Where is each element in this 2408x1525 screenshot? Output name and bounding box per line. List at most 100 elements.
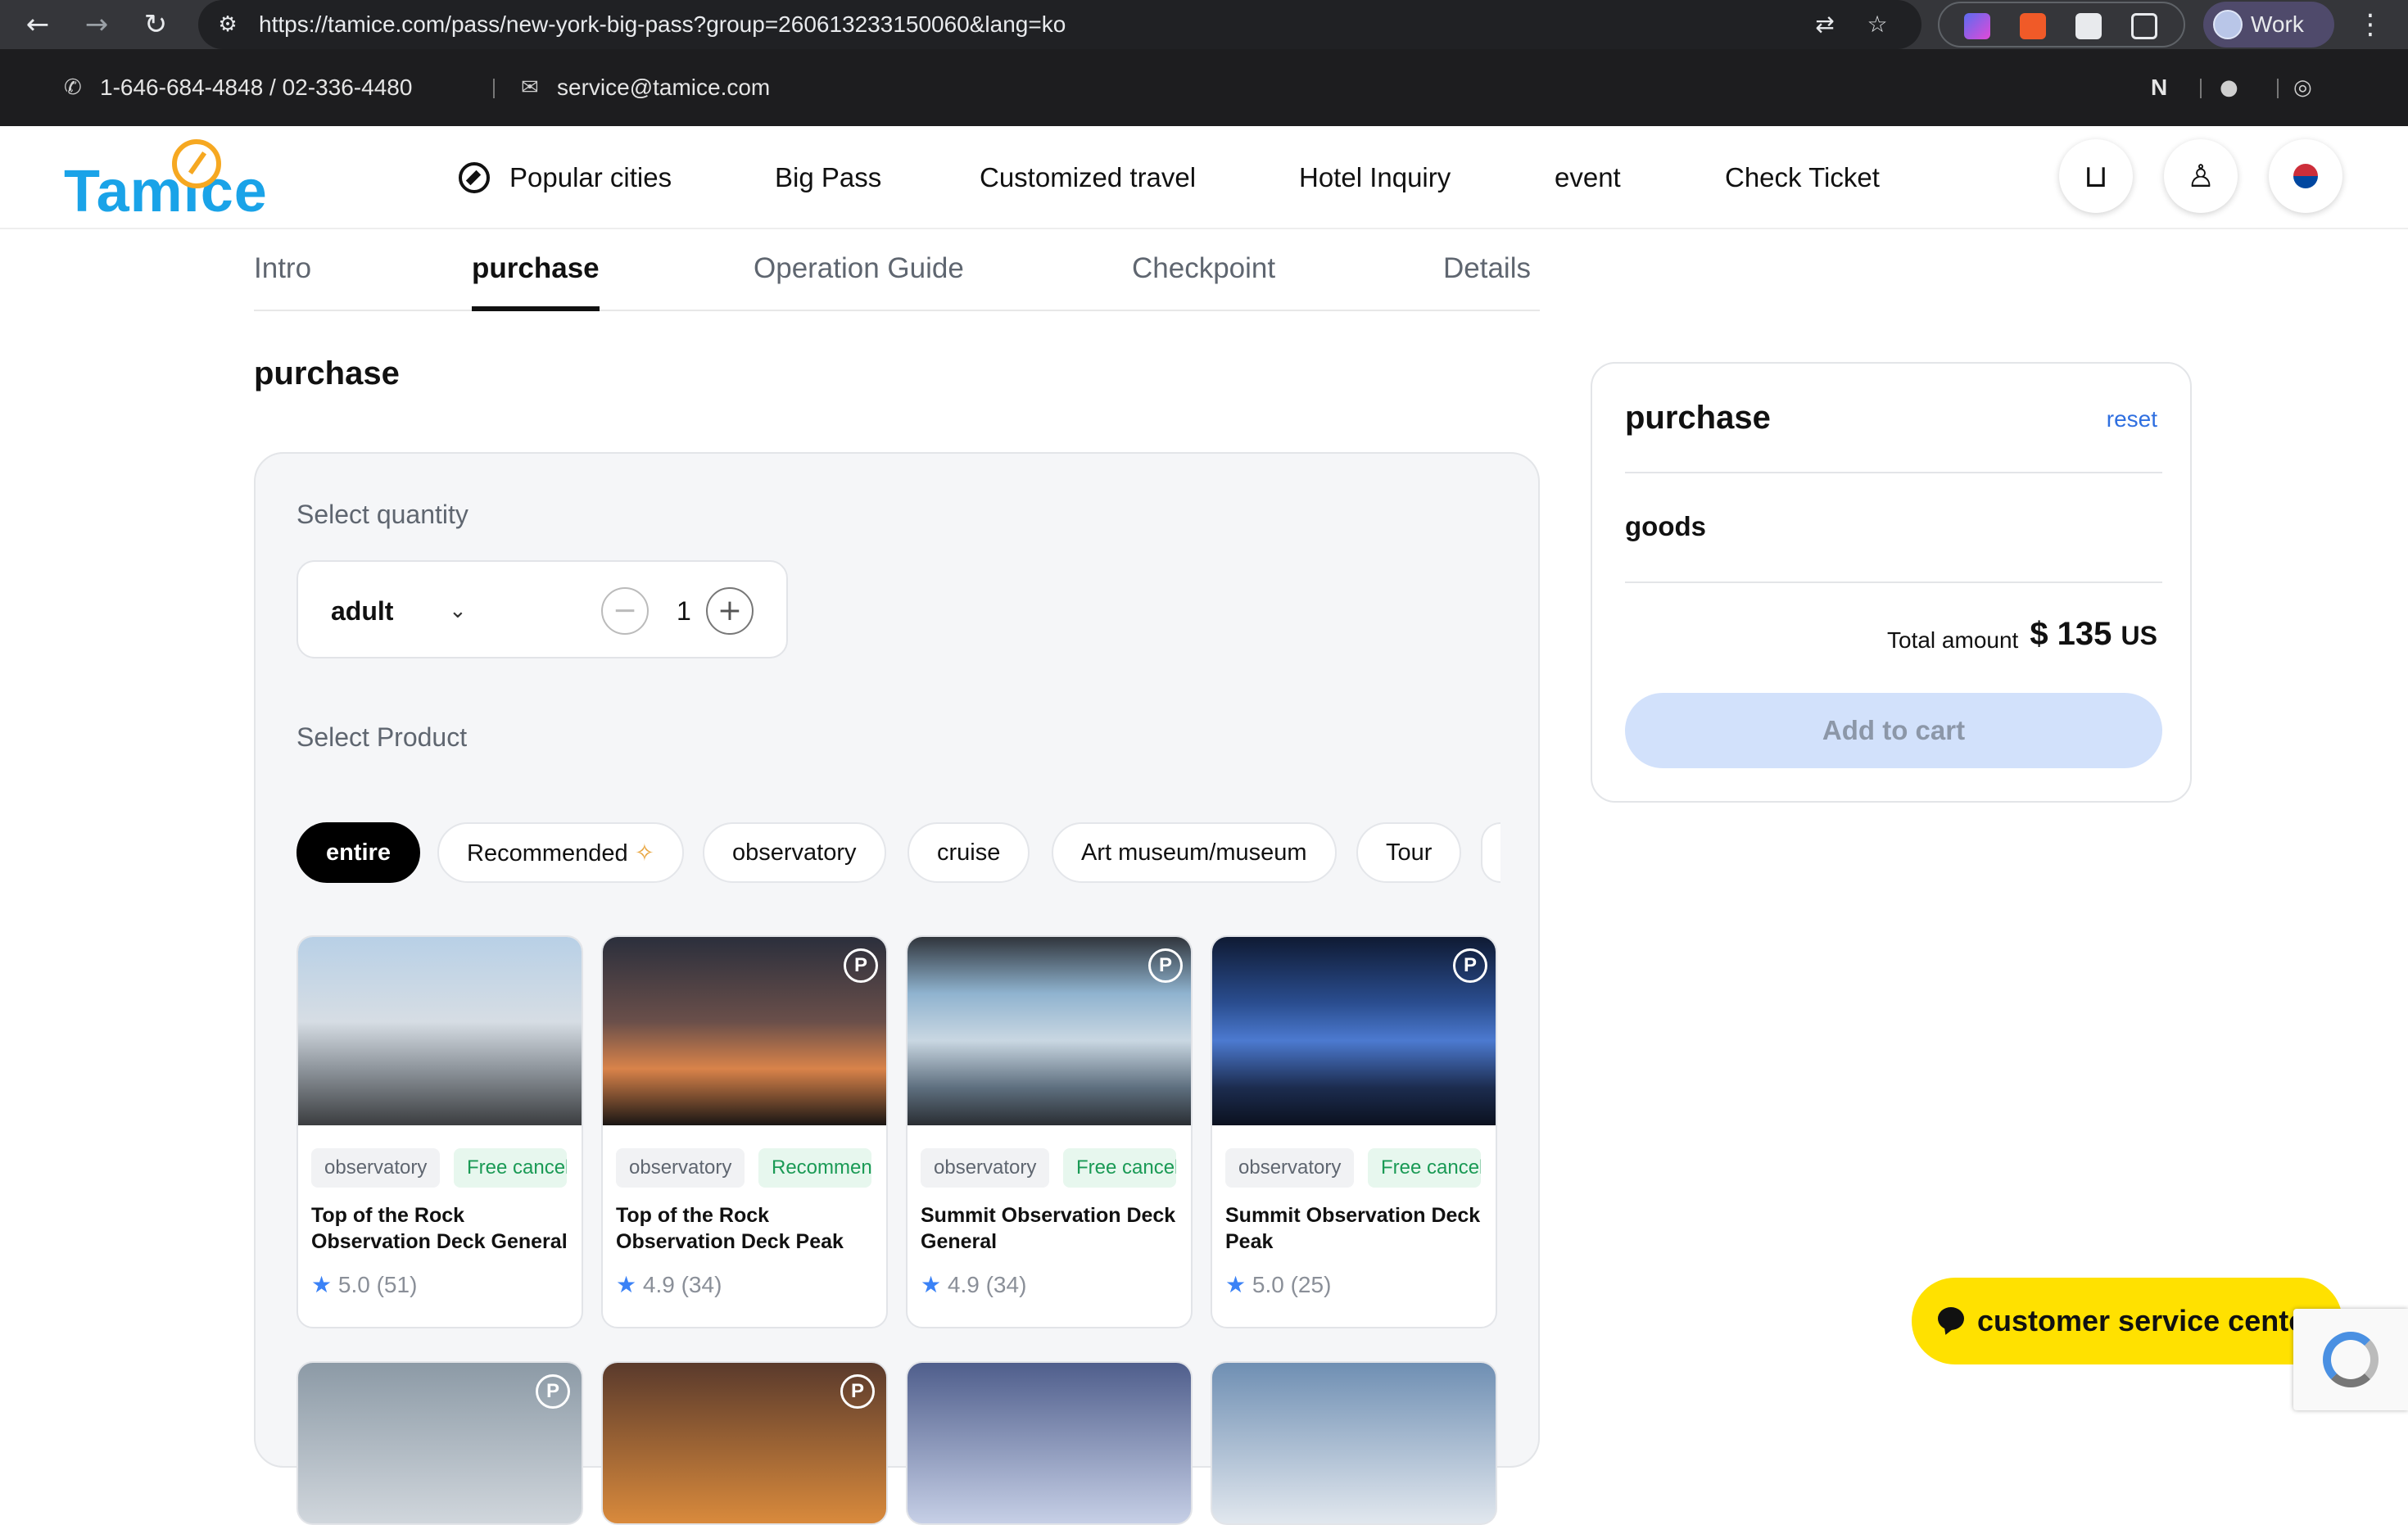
filter-chip-more[interactable]	[1481, 822, 1500, 883]
chevron-down-icon[interactable]: ⌄	[449, 562, 467, 660]
select-product-label: Select Product	[296, 722, 468, 752]
mail-icon: ✉	[521, 75, 539, 100]
increment-button[interactable]: +	[706, 587, 754, 635]
translate-icon[interactable]: ⇄	[1810, 10, 1840, 39]
product-card[interactable]: P observatory Free cancellation Summit O…	[906, 935, 1193, 1328]
goods-label: goods	[1625, 511, 1706, 541]
extension-icon[interactable]	[2020, 13, 2046, 39]
filter-chip-entire[interactable]: entire	[296, 822, 420, 883]
product-rating: ★ 4.9 (34)	[616, 1271, 722, 1298]
url-text[interactable]: https://tamice.com/pass/new-york-big-pas…	[259, 0, 1066, 49]
filter-chip-recommended[interactable]: Recommended ✧	[437, 822, 685, 883]
puzzle-icon[interactable]	[2131, 13, 2157, 39]
address-bar[interactable]: ⚙ https://tamice.com/pass/new-york-big-p…	[198, 0, 1921, 49]
ticket-type-select[interactable]: adult	[331, 562, 393, 660]
cart-icon[interactable]: ⊔	[2059, 139, 2133, 213]
product-card[interactable]: P	[601, 1361, 888, 1525]
currency-label: US	[2121, 621, 2157, 650]
category-tag: observatory	[1225, 1148, 1355, 1188]
product-image: P	[1212, 937, 1496, 1125]
nav-hotel-inquiry[interactable]: Hotel Inquiry	[1299, 126, 1451, 229]
divider	[1625, 472, 2162, 473]
phone-number[interactable]: 1-646-684-4848 / 02-336-4480	[100, 49, 412, 126]
category-tag: observatory	[616, 1148, 745, 1188]
free-cancellation-tag: Free cancellation	[454, 1148, 567, 1188]
tab-purchase[interactable]: purchase	[472, 229, 600, 311]
total-price: $ 135	[2030, 616, 2112, 652]
contact-bar: ✆ 1-646-684-4848 / 02-336-4480 ✉ service…	[0, 49, 2408, 126]
review-count: (34)	[985, 1272, 1027, 1297]
rating-value: 4.9	[642, 1272, 675, 1297]
decrement-button[interactable]: −	[601, 587, 649, 635]
nav-customized-travel[interactable]: Customized travel	[980, 126, 1196, 229]
total-amount-label: Total amount	[1887, 627, 2019, 653]
rating-value: 5.0	[337, 1272, 370, 1297]
back-icon[interactable]: ←	[18, 5, 57, 44]
nav-check-ticket[interactable]: Check Ticket	[1725, 126, 1880, 229]
product-card[interactable]	[1211, 1361, 1497, 1525]
user-icon[interactable]: ♙	[2164, 139, 2238, 213]
select-quantity-label: Select quantity	[296, 500, 468, 529]
product-card[interactable]	[906, 1361, 1193, 1525]
review-count: (51)	[376, 1272, 418, 1297]
product-card[interactable]: P observatory Free cancellation Summit O…	[1211, 935, 1497, 1328]
star-icon: ★	[616, 1271, 637, 1298]
extension-icon[interactable]	[2075, 13, 2102, 39]
customer-service-button[interactable]: customer service center	[1912, 1278, 2342, 1364]
filter-chip-cruise[interactable]: cruise	[908, 822, 1030, 883]
naver-blog-icon[interactable]: N	[2151, 49, 2167, 126]
product-image: P	[908, 937, 1191, 1125]
reload-icon[interactable]: ↻	[136, 5, 175, 44]
profile-button[interactable]: Work	[2203, 2, 2334, 48]
pass-badge-icon: P	[844, 948, 878, 983]
profile-label: Work	[2251, 11, 2304, 37]
browser-menu-icon[interactable]: ⋮	[2354, 5, 2387, 44]
nav-popular-cities[interactable]: Popular cities	[509, 126, 672, 229]
customer-service-label: customer service center	[1977, 1304, 2317, 1337]
free-cancellation-tag: Free cancellation	[1063, 1148, 1176, 1188]
chip-label: Recommended	[467, 840, 628, 867]
review-count: (25)	[1290, 1272, 1332, 1297]
add-to-cart-button[interactable]: Add to cart	[1625, 693, 2162, 768]
summary-title: purchase	[1625, 400, 1771, 436]
tab-intro[interactable]: Intro	[254, 229, 311, 311]
product-title: Top of the Rock Observation Deck General	[311, 1204, 568, 1253]
product-rating: ★ 5.0 (25)	[1225, 1271, 1331, 1298]
nav-big-pass[interactable]: Big Pass	[775, 126, 881, 229]
rating-value: 5.0	[1252, 1272, 1284, 1297]
pass-badge-icon: P	[536, 1374, 570, 1409]
logo-wordmark: Tamice	[64, 159, 268, 224]
instagram-icon[interactable]: ◎	[2293, 49, 2312, 126]
recaptcha-badge[interactable]	[2293, 1309, 2408, 1410]
category-tag: observatory	[921, 1148, 1050, 1188]
tab-checkpoint[interactable]: Checkpoint	[1132, 229, 1275, 311]
tamice-logo[interactable]: Tamice	[64, 138, 285, 224]
filter-chip-observatory[interactable]: observatory	[703, 822, 886, 883]
kakao-talk-icon[interactable]: ●	[2220, 49, 2238, 126]
site-header: Tamice Popular cities Big Pass Customize…	[0, 126, 2408, 229]
filter-chip-tour[interactable]: Tour	[1356, 822, 1462, 883]
star-icon: ★	[921, 1271, 942, 1298]
tab-details[interactable]: Details	[1443, 229, 1531, 311]
reset-link[interactable]: reset	[2107, 406, 2157, 432]
active-tab-indicator	[472, 306, 600, 311]
product-title: Top of the Rock Observation Deck Peak	[616, 1204, 844, 1253]
product-image	[298, 937, 582, 1125]
tab-operation-guide[interactable]: Operation Guide	[754, 229, 964, 311]
filter-chip-museum[interactable]: Art museum/museum	[1052, 822, 1337, 883]
extension-icon[interactable]	[1964, 13, 1990, 39]
forward-icon[interactable]: →	[77, 5, 116, 44]
divider	[493, 79, 495, 98]
browser-toolbar: ← → ↻ ⚙ https://tamice.com/pass/new-york…	[0, 0, 2408, 49]
bookmark-star-icon[interactable]: ☆	[1863, 10, 1892, 39]
recommended-tag: Recommended	[758, 1148, 871, 1188]
product-card[interactable]: P	[296, 1361, 583, 1525]
taegeuk-icon	[2293, 164, 2318, 188]
divider	[2200, 79, 2202, 98]
product-card[interactable]: P observatory Recommended Top of the Roc…	[601, 935, 888, 1328]
site-info-icon[interactable]: ⚙	[213, 10, 242, 39]
email-link[interactable]: service@tamice.com	[557, 49, 770, 126]
nav-event[interactable]: event	[1555, 126, 1621, 229]
product-card[interactable]: observatory Free cancellation Top of the…	[296, 935, 583, 1328]
korea-flag-icon[interactable]	[2269, 139, 2342, 213]
